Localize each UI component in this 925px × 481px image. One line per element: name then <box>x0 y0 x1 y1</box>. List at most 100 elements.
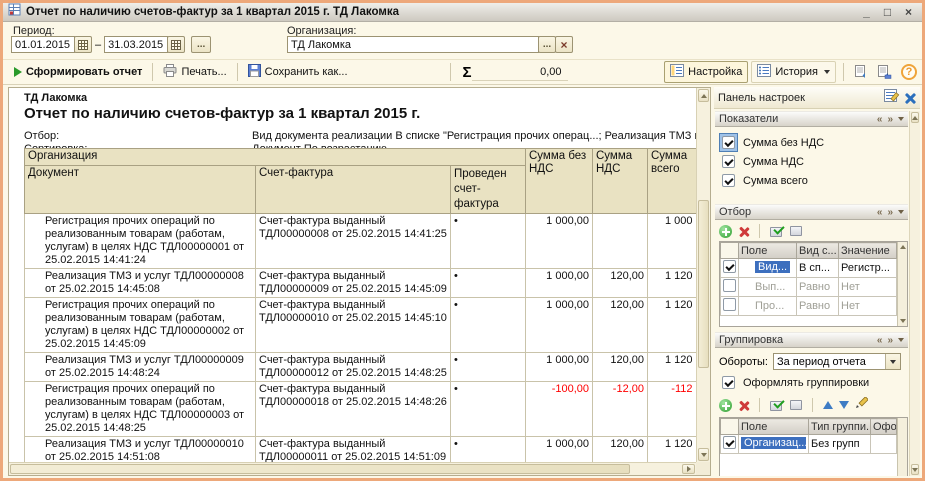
organization-select-button[interactable]: ... <box>538 36 556 53</box>
help-button[interactable]: ? <box>901 64 917 80</box>
section-header-filter[interactable]: Отбор « » <box>715 204 908 220</box>
indicator-item-sum-vat[interactable]: Сумма НДС <box>719 152 908 171</box>
filter-row[interactable]: Вид... В сп... Регистр... <box>721 259 897 278</box>
checkbox-unchecked-icon[interactable] <box>723 279 736 292</box>
apply-grouping-icon[interactable] <box>770 399 784 411</box>
cell-posted[interactable]: • <box>451 298 526 353</box>
filter-condition-value[interactable]: В сп... <box>797 259 839 278</box>
disable-filter-icon[interactable] <box>790 226 802 236</box>
save-settings-button[interactable] <box>874 62 894 82</box>
table-row[interactable]: Реализация ТМЗ и услуг ТДЛ00000009 от 25… <box>25 353 696 382</box>
cell-document[interactable]: Регистрация прочих операций по реализова… <box>25 382 256 437</box>
cell-sum-net[interactable]: 1 000,00 <box>526 298 593 353</box>
section-header-grouping[interactable]: Группировка « » <box>715 332 908 348</box>
cell-sum-vat[interactable]: 120,00 <box>593 353 648 382</box>
section-header-indicators[interactable]: Показатели « » <box>715 111 908 127</box>
titlebar[interactable]: Отчет по наличию счетов-фактур за 1 квар… <box>3 3 922 22</box>
panel-scrollbar[interactable] <box>909 111 920 476</box>
report-org-line[interactable]: ТД Лакомка <box>24 92 87 104</box>
cell-posted[interactable]: • <box>451 382 526 437</box>
expand-icon[interactable]: » <box>887 207 893 218</box>
filter-value-value[interactable]: Регистр... <box>839 259 897 278</box>
expand-icon[interactable]: » <box>887 335 893 346</box>
cell-sum-net[interactable]: 1 000,00 <box>526 269 593 298</box>
cell-invoice[interactable]: Счет-фактура выданный ТДЛ00000012 от 25.… <box>256 353 451 382</box>
grouping-format-value[interactable] <box>871 435 897 454</box>
save-as-button[interactable]: Сохранить как... <box>242 61 354 83</box>
move-down-icon[interactable] <box>839 401 849 409</box>
grouping-field-value[interactable]: Организац... <box>741 437 806 449</box>
panel-close-icon[interactable] <box>904 92 916 104</box>
cell-sum-total[interactable]: -112 <box>648 382 696 437</box>
cell-posted[interactable]: • <box>451 437 526 463</box>
indicator-item-sum-net[interactable]: Сумма без НДС <box>719 133 908 152</box>
cell-posted[interactable]: • <box>451 353 526 382</box>
section-menu-icon[interactable] <box>898 338 904 342</box>
history-button[interactable]: История <box>751 61 836 83</box>
disable-grouping-icon[interactable] <box>790 400 802 410</box>
cell-document[interactable]: Реализация ТМЗ и услуг ТДЛ00000010 от 25… <box>25 437 256 463</box>
panel-scroll-up-button[interactable] <box>911 112 919 123</box>
collapse-icon[interactable]: « <box>877 207 883 218</box>
cell-document[interactable]: Регистрация прочих операций по реализова… <box>25 298 256 353</box>
cell-sum-net[interactable]: -100,00 <box>526 382 593 437</box>
checkbox-checked-icon[interactable] <box>722 155 735 168</box>
print-button[interactable]: Печать... <box>157 61 232 83</box>
cell-sum-total[interactable]: 1 120 <box>648 437 696 463</box>
table-row[interactable]: Регистрация прочих операций по реализова… <box>25 214 696 269</box>
scroll-up-button[interactable] <box>698 89 709 102</box>
organization-input[interactable]: ТД Лакомка <box>287 36 539 53</box>
cell-sum-total[interactable]: 1 000 <box>648 214 696 269</box>
checkbox-checked-icon[interactable] <box>722 376 735 389</box>
load-settings-button[interactable] <box>851 62 871 82</box>
filter-condition-value[interactable]: Равно <box>797 297 839 316</box>
cell-sum-net[interactable]: 1 000,00 <box>526 214 593 269</box>
expand-icon[interactable]: » <box>887 114 893 125</box>
triangle-up-icon[interactable] <box>900 245 906 249</box>
settings-toggle-button[interactable]: Настройка <box>664 61 748 83</box>
checkbox-checked-icon[interactable] <box>722 174 735 187</box>
filter-row[interactable]: Про... Равно Нет <box>721 297 897 316</box>
panel-scroll-down-button[interactable] <box>911 464 919 475</box>
minimize-button[interactable]: _ <box>858 4 875 21</box>
combo-dropdown-button[interactable] <box>885 354 900 369</box>
cell-sum-vat[interactable]: 120,00 <box>593 437 648 463</box>
move-up-icon[interactable] <box>823 401 833 409</box>
table-row[interactable]: Реализация ТМЗ и услуг ТДЛ00000008 от 25… <box>25 269 696 298</box>
filter-row[interactable]: Вып... Равно Нет <box>721 278 897 297</box>
cell-sum-vat[interactable] <box>593 214 648 269</box>
filter-value-value[interactable]: Нет <box>839 278 897 297</box>
cell-posted[interactable]: • <box>451 269 526 298</box>
maximize-button[interactable]: □ <box>879 4 896 21</box>
grouping-type-value[interactable]: Без групп <box>809 435 871 454</box>
table-row[interactable]: Реализация ТМЗ и услуг ТДЛ00000010 от 25… <box>25 437 696 463</box>
period-to-calendar-button[interactable] <box>167 36 185 53</box>
period-from-calendar-button[interactable] <box>74 36 92 53</box>
grid-scrollbar[interactable] <box>897 418 907 476</box>
table-row[interactable]: Регистрация прочих операций по реализова… <box>25 298 696 353</box>
format-groups-checkbox-row[interactable]: Оформлять группировки <box>719 373 908 392</box>
close-button[interactable]: × <box>900 4 917 21</box>
add-icon[interactable] <box>719 399 732 412</box>
indicator-item-sum-total[interactable]: Сумма всего <box>719 171 908 190</box>
triangle-down-icon[interactable] <box>900 319 906 323</box>
filter-value-value[interactable]: Нет <box>839 297 897 316</box>
cell-posted[interactable]: • <box>451 214 526 269</box>
cell-sum-total[interactable]: 1 120 <box>648 269 696 298</box>
cell-invoice[interactable]: Счет-фактура выданный ТДЛ00000008 от 25.… <box>256 214 451 269</box>
vertical-scroll-thumb[interactable] <box>698 200 709 368</box>
cell-document[interactable]: Реализация ТМЗ и услуг ТДЛ00000008 от 25… <box>25 269 256 298</box>
autosum-button[interactable]: Σ <box>463 64 472 81</box>
checkbox-checked-icon[interactable] <box>723 436 736 449</box>
checkbox-unchecked-icon[interactable] <box>723 298 736 311</box>
report-title[interactable]: Отчет по наличию счетов-фактур за 1 квар… <box>24 105 420 122</box>
cell-sum-total[interactable]: 1 120 <box>648 353 696 382</box>
table-row[interactable]: Регистрация прочих операций по реализова… <box>25 382 696 437</box>
scroll-right-button[interactable] <box>682 464 695 474</box>
panel-properties-icon[interactable] <box>884 89 900 107</box>
grouping-row[interactable]: Организац... Без групп <box>721 435 897 454</box>
cell-sum-net[interactable]: 1 000,00 <box>526 437 593 463</box>
organization-clear-button[interactable]: × <box>555 36 573 53</box>
cell-sum-vat[interactable]: 120,00 <box>593 269 648 298</box>
generate-report-button[interactable]: Сформировать отчет <box>8 63 148 81</box>
